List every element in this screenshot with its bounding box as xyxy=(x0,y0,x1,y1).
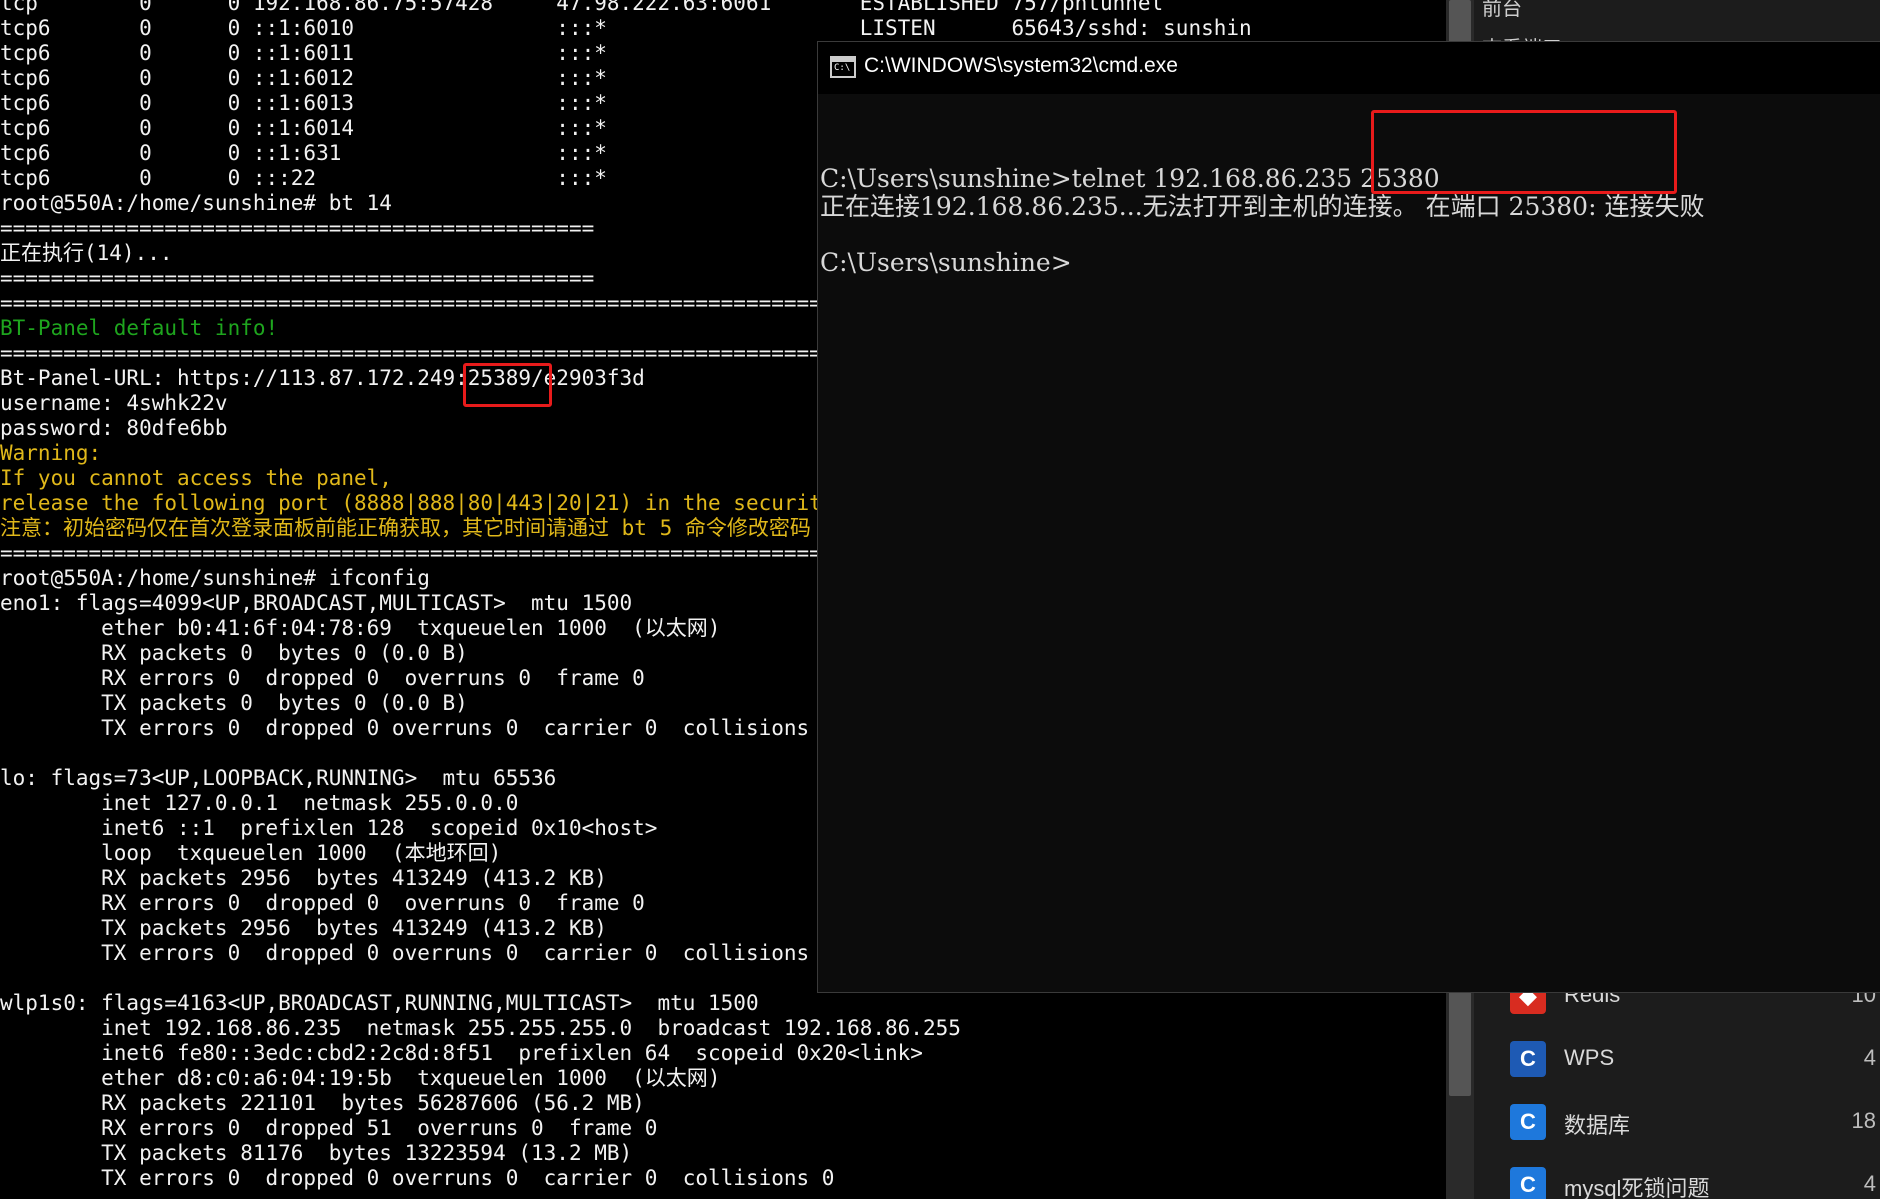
app-row-wps[interactable]: C WPS 4 xyxy=(1482,1033,1880,1089)
terminal-line: ether b0:41:6f:04:78:69 txqueuelen 1000 … xyxy=(0,616,721,640)
terminal-line: tcp6 0 0 ::1:631 :::* xyxy=(0,141,607,165)
wps-icon: C xyxy=(1510,1041,1546,1077)
terminal-line: RX packets 2956 bytes 413249 (413.2 KB) xyxy=(0,866,607,890)
cmd-icon: C:\ xyxy=(830,56,856,78)
cmd-titlebar[interactable]: C:\ C:\WINDOWS\system32\cmd.exe xyxy=(818,42,1880,94)
terminal-line: RX packets 0 bytes 0 (0.0 B) xyxy=(0,641,468,665)
terminal-line: RX errors 0 dropped 51 overruns 0 frame … xyxy=(0,1116,658,1140)
cmd-line: C:\Users\sunshine>telnet 192.168.86.235 … xyxy=(820,164,1440,193)
terminal-line: wlp1s0: flags=4163<UP,BROADCAST,RUNNING,… xyxy=(0,991,759,1015)
terminal-line: inet6 fe80::3edc:cbd2:2c8d:8f51 prefixle… xyxy=(0,1041,923,1065)
terminal-line: lo: flags=73<UP,LOOPBACK,RUNNING> mtu 65… xyxy=(0,766,557,790)
terminal-line: tcp6 0 0 ::1:6010 :::* LISTEN 65643/sshd… xyxy=(0,16,1252,40)
terminal-line: inet 127.0.0.1 netmask 255.0.0.0 xyxy=(0,791,519,815)
terminal-line: ========================================… xyxy=(0,541,835,565)
terminal-line: ether d8:c0:a6:04:19:5b txqueuelen 1000 … xyxy=(0,1066,721,1090)
terminal-line: inet6 ::1 prefixlen 128 scopeid 0x10<hos… xyxy=(0,816,658,840)
terminal-line: BT-Panel default info! xyxy=(0,316,279,340)
app-count: 4 xyxy=(1863,1045,1876,1070)
terminal-line: TX packets 0 bytes 0 (0.0 B) xyxy=(0,691,468,715)
cmd-line: 正在连接192.168.86.235...无法打开到主机的连接。 在端口 253… xyxy=(820,192,1705,221)
terminal-line: tcp 0 0 192.168.86.75:57428 47.98.222.63… xyxy=(0,0,1164,15)
terminal-line: loop txqueuelen 1000 (本地环回) xyxy=(0,841,502,865)
terminal-line: RX packets 221101 bytes 56287606 (56.2 M… xyxy=(0,1091,645,1115)
terminal-line: username: 4swhk22v xyxy=(0,391,228,415)
terminal-line: TX errors 0 dropped 0 overruns 0 carrier… xyxy=(0,1166,835,1190)
terminal-line: tcp6 0 0 ::1:6011 :::* xyxy=(0,41,607,65)
terminal-line: Warning: xyxy=(0,441,102,465)
app-name: WPS xyxy=(1564,1045,1615,1070)
terminal-line: RX errors 0 dropped 0 overruns 0 frame 0 xyxy=(0,666,645,690)
terminal-line: ========================================… xyxy=(0,216,595,240)
telnet-port-highlight-box xyxy=(1371,110,1677,194)
app-name: 数据库 xyxy=(1564,1113,1631,1138)
app-name: mysql死锁问题 xyxy=(1564,1176,1710,1199)
terminal-line: TX packets 81176 bytes 13223594 (13.2 MB… xyxy=(0,1141,633,1165)
terminal-line: ========================================… xyxy=(0,291,835,315)
app-row-database[interactable]: C 数据库 18 xyxy=(1482,1096,1880,1152)
terminal-line: inet 192.168.86.235 netmask 255.255.255.… xyxy=(0,1016,961,1040)
terminal-line: root@550A:/home/sunshine# bt 14 xyxy=(0,191,392,215)
terminal-line: root@550A:/home/sunshine# ifconfig xyxy=(0,566,430,590)
terminal-line: TX packets 2956 bytes 413249 (413.2 KB) xyxy=(0,916,607,940)
cmd-prompt-line: C:\Users\sunshine> xyxy=(820,248,1072,277)
port-highlight-box xyxy=(463,363,552,407)
terminal-line: tcp6 0 0 ::1:6013 :::* xyxy=(0,91,607,115)
cmd-window[interactable]: C:\ C:\WINDOWS\system32\cmd.exe C:\Users… xyxy=(818,42,1880,992)
terminal-line: ========================================… xyxy=(0,341,835,365)
side-header-top: 前台 xyxy=(1482,0,1522,20)
terminal-line: RX errors 0 dropped 0 overruns 0 frame 0 xyxy=(0,891,645,915)
terminal-line: password: 80dfe6bb xyxy=(0,416,228,440)
app-count: 4 xyxy=(1863,1171,1876,1196)
terminal-line: tcp6 0 0 ::1:6012 :::* xyxy=(0,66,607,90)
app-row-mysql[interactable]: C mysql死锁问题 4 xyxy=(1482,1159,1880,1199)
terminal-line: release the following port (8888|888|80|… xyxy=(0,491,911,515)
mysql-icon: C xyxy=(1510,1167,1546,1199)
terminal-line: 注意：初始密码仅在首次登录面板前能正确获取，其它时间请通过 bt 5 命令修改密… xyxy=(0,516,811,540)
terminal-line: ========================================… xyxy=(0,266,595,290)
database-icon: C xyxy=(1510,1104,1546,1140)
app-count: 18 xyxy=(1851,1108,1876,1133)
terminal-line: 正在执行(14)... xyxy=(0,241,173,265)
terminal-line: tcp6 0 0 ::1:6014 :::* xyxy=(0,116,607,140)
cmd-title: C:\WINDOWS\system32\cmd.exe xyxy=(864,54,1178,77)
terminal-line: TX errors 0 dropped 0 overruns 0 carrier… xyxy=(0,941,835,965)
terminal-line: If you cannot access the panel, xyxy=(0,466,392,490)
terminal-line: eno1: flags=4099<UP,BROADCAST,MULTICAST>… xyxy=(0,591,633,615)
terminal-line: TX errors 0 dropped 0 overruns 0 carrier… xyxy=(0,716,835,740)
terminal-line: tcp6 0 0 :::22 :::* xyxy=(0,166,607,190)
